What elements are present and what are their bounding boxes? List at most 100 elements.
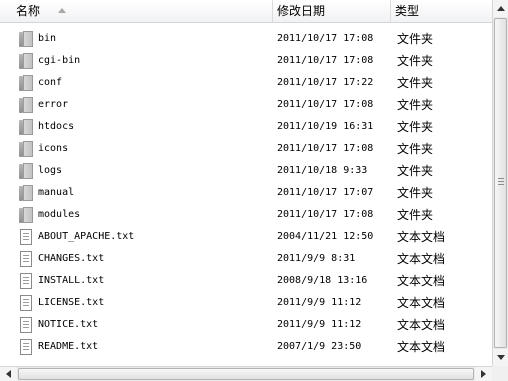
file-row[interactable]: cgi-bin 2011/10/17 17:08 文件夹 <box>0 50 492 72</box>
file-list: bin 2011/10/17 17:08 文件夹 cgi-bin 2011/10/17 … <box>0 28 492 366</box>
file-type: 文本文档 <box>397 230 446 244</box>
file-row[interactable]: htdocs 2011/10/19 16:31 文件夹 <box>0 116 492 138</box>
grip-line <box>498 181 504 182</box>
file-type: 文本文档 <box>397 340 446 354</box>
text-file-icon <box>19 251 33 267</box>
file-name: icons <box>38 143 69 154</box>
column-header-name[interactable]: 名称 <box>12 0 273 22</box>
file-row[interactable]: bin 2011/10/17 17:08 文件夹 <box>0 28 492 50</box>
folder-icon <box>19 31 33 47</box>
file-row[interactable]: ABOUT_APACHE.txt 2004/11/21 12:50 文本文档 <box>0 226 492 248</box>
folder-icon <box>19 75 33 91</box>
file-name: manual <box>38 187 75 198</box>
file-type: 文件夹 <box>397 32 434 46</box>
folder-icon <box>19 97 33 113</box>
file-name: modules <box>38 209 81 220</box>
arrow-down-icon <box>497 355 505 360</box>
scroll-down-button[interactable] <box>493 349 508 366</box>
file-row[interactable]: conf 2011/10/17 17:22 文件夹 <box>0 72 492 94</box>
column-header-name-label: 名称 <box>16 4 41 18</box>
file-modified-date: 2007/1/9 23:50 <box>277 341 362 352</box>
text-file-icon <box>19 295 33 311</box>
folder-icon <box>19 185 33 201</box>
horizontal-scrollbar[interactable] <box>0 366 492 381</box>
column-header-type[interactable]: 类型 <box>391 0 492 22</box>
file-modified-date: 2011/10/17 17:07 <box>277 187 374 198</box>
text-file-icon <box>19 339 33 355</box>
arrow-left-icon <box>6 370 11 378</box>
file-modified-date: 2011/10/17 17:22 <box>277 77 374 88</box>
file-name: htdocs <box>38 121 75 132</box>
file-row[interactable]: logs 2011/10/18 9:33 文件夹 <box>0 160 492 182</box>
file-modified-date: 2011/10/18 9:33 <box>277 165 368 176</box>
file-type: 文本文档 <box>397 318 446 332</box>
file-type: 文件夹 <box>397 120 434 134</box>
file-type: 文本文档 <box>397 252 446 266</box>
file-type: 文件夹 <box>397 186 434 200</box>
scroll-up-button[interactable] <box>493 0 508 17</box>
grip-line <box>498 178 504 179</box>
column-header-bar: 名称 修改日期 类型 <box>0 0 492 23</box>
column-header-date-label: 修改日期 <box>277 4 326 18</box>
file-name: error <box>38 99 69 110</box>
file-name: CHANGES.txt <box>38 253 105 264</box>
file-modified-date: 2008/9/18 13:16 <box>277 275 368 286</box>
text-file-icon <box>19 317 33 333</box>
file-name: NOTICE.txt <box>38 319 99 330</box>
file-name: LICENSE.txt <box>38 297 105 308</box>
text-file-icon <box>19 229 33 245</box>
file-modified-date: 2011/9/9 11:12 <box>277 297 362 308</box>
file-type: 文件夹 <box>397 142 434 156</box>
file-row[interactable]: modules 2011/10/17 17:08 文件夹 <box>0 204 492 226</box>
vertical-scroll-thumb[interactable] <box>494 18 507 348</box>
file-row[interactable]: error 2011/10/17 17:08 文件夹 <box>0 94 492 116</box>
file-type: 文本文档 <box>397 296 446 310</box>
vertical-scrollbar[interactable] <box>492 0 508 366</box>
grip-line <box>498 184 504 185</box>
file-modified-date: 2011/10/17 17:08 <box>277 209 374 220</box>
file-row[interactable]: icons 2011/10/17 17:08 文件夹 <box>0 138 492 160</box>
sort-ascending-icon <box>58 8 66 13</box>
file-name: README.txt <box>38 341 99 352</box>
file-row[interactable]: LICENSE.txt 2011/9/9 11:12 文本文档 <box>0 292 492 314</box>
horizontal-scroll-thumb[interactable] <box>18 368 474 380</box>
file-name: bin <box>38 33 57 44</box>
file-row[interactable]: README.txt 2007/1/9 23:50 文本文档 <box>0 336 492 358</box>
file-modified-date: 2004/11/21 12:50 <box>277 231 374 242</box>
scroll-left-button[interactable] <box>0 367 17 381</box>
column-header-type-label: 类型 <box>395 4 420 18</box>
file-modified-date: 2011/10/19 16:31 <box>277 121 374 132</box>
file-type: 文件夹 <box>397 98 434 112</box>
file-type: 文件夹 <box>397 164 434 178</box>
file-name: logs <box>38 165 63 176</box>
file-modified-date: 2011/10/17 17:08 <box>277 55 374 66</box>
file-modified-date: 2011/9/9 8:31 <box>277 253 356 264</box>
folder-icon <box>19 207 33 223</box>
column-header-date[interactable]: 修改日期 <box>273 0 391 22</box>
file-row[interactable]: INSTALL.txt 2008/9/18 13:16 文本文档 <box>0 270 492 292</box>
file-name: ABOUT_APACHE.txt <box>38 231 135 242</box>
file-modified-date: 2011/10/17 17:08 <box>277 99 374 110</box>
file-name: conf <box>38 77 63 88</box>
arrow-right-icon <box>481 370 486 378</box>
folder-icon <box>19 141 33 157</box>
scroll-right-button[interactable] <box>475 367 492 381</box>
file-modified-date: 2011/9/9 11:12 <box>277 319 362 330</box>
folder-icon <box>19 163 33 179</box>
arrow-up-icon <box>497 6 505 11</box>
folder-icon <box>19 53 33 69</box>
file-type: 文件夹 <box>397 76 434 90</box>
file-name: INSTALL.txt <box>38 275 105 286</box>
scrollbar-corner <box>492 366 508 381</box>
file-type: 文件夹 <box>397 54 434 68</box>
file-type: 文件夹 <box>397 208 434 222</box>
file-modified-date: 2011/10/17 17:08 <box>277 33 374 44</box>
text-file-icon <box>19 273 33 289</box>
file-modified-date: 2011/10/17 17:08 <box>277 143 374 154</box>
file-row[interactable]: CHANGES.txt 2011/9/9 8:31 文本文档 <box>0 248 492 270</box>
file-type: 文本文档 <box>397 274 446 288</box>
file-row[interactable]: manual 2011/10/17 17:07 文件夹 <box>0 182 492 204</box>
file-row[interactable]: NOTICE.txt 2011/9/9 11:12 文本文档 <box>0 314 492 336</box>
folder-icon <box>19 119 33 135</box>
file-name: cgi-bin <box>38 55 81 66</box>
